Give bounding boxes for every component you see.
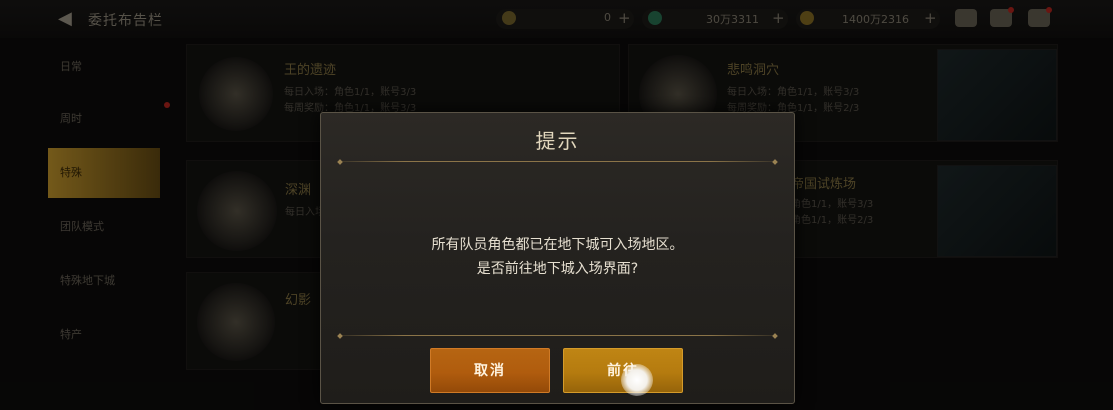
divider-top: [339, 161, 776, 162]
divider-ornament: [772, 333, 778, 339]
dialog-message-line: 所有队员角色都已在地下城可入场地区。: [431, 237, 684, 253]
dialog-title: 提示: [535, 129, 580, 153]
divider-bottom: [339, 335, 776, 336]
confirm-dialog: 提示 所有队员角色都已在地下城可入场地区。 是否前往地下城入场界面? 取消 前往: [320, 112, 795, 404]
cancel-button[interactable]: 取消: [430, 348, 550, 393]
touch-indicator: [621, 364, 653, 396]
divider-ornament: [772, 159, 778, 165]
dialog-message-line: 是否前往地下城入场界面?: [476, 261, 639, 277]
dialog-message: 所有队员角色都已在地下城可入场地区。 是否前往地下城入场界面?: [321, 233, 794, 281]
